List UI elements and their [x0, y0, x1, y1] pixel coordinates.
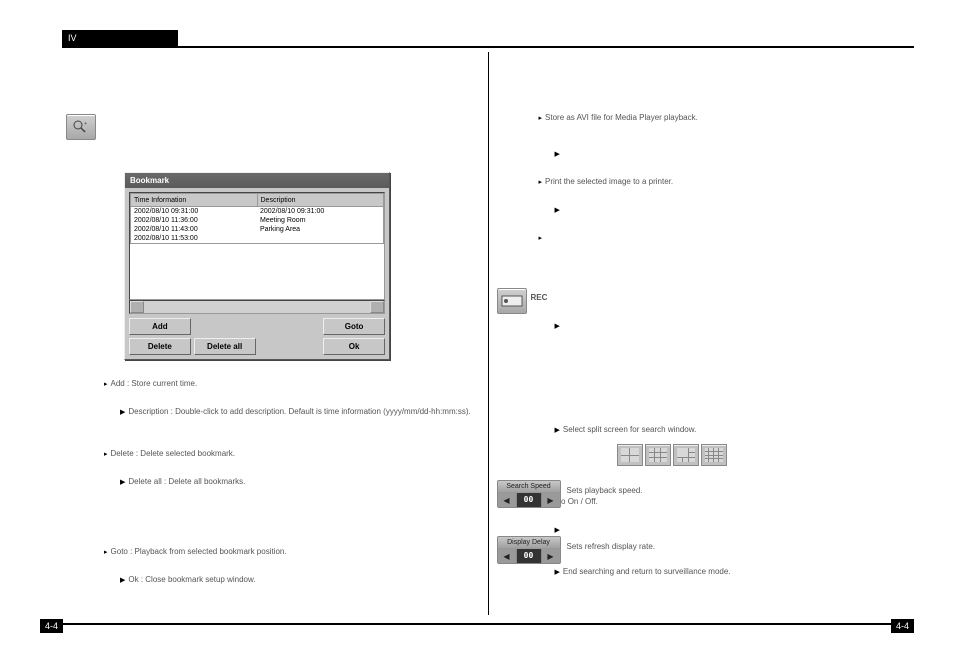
bullet-audio2: ▶	[555, 524, 563, 536]
cell-time: 2002/08/10 09:31:00	[131, 207, 258, 217]
bullet-ok: ▶Ok : Close bookmark setup window.	[120, 574, 256, 586]
cell-desc: 2002/08/10 09:31:00	[257, 207, 384, 217]
bullet-rec: ▶	[555, 320, 563, 332]
bullet-desc: ▶Description : Double-click to add descr…	[120, 406, 471, 418]
svg-text:+: +	[84, 121, 87, 127]
bullet-r2b: ▶	[555, 204, 563, 216]
cell-desc	[257, 234, 384, 244]
bullet-deleteall: ▶Delete all : Delete all bookmarks.	[120, 476, 245, 488]
display-delay-label: Display Delay	[498, 537, 560, 549]
search-speed-up-icon[interactable]: ▶	[541, 493, 560, 507]
footer-rule	[40, 623, 914, 625]
goto-button[interactable]: Goto	[323, 318, 385, 335]
table-row[interactable]: 2002/08/10 09:31:00 2002/08/10 09:31:00	[131, 207, 384, 217]
search-speed-down-icon[interactable]: ◀	[498, 493, 517, 507]
display-delay-caption: Sets refresh display rate.	[567, 541, 655, 552]
header-rule	[62, 46, 914, 48]
search-speed-caption: Sets playback speed.	[567, 485, 643, 496]
cell-desc: Meeting Room	[257, 216, 384, 225]
rec-label: REC	[531, 292, 548, 303]
zoom-icon: + -	[66, 114, 96, 140]
split-4x4-icon[interactable]	[701, 444, 727, 466]
page-number-right: 4-4	[891, 619, 914, 633]
scroll-left-icon[interactable]	[130, 301, 144, 313]
split-2x2-icon[interactable]	[617, 444, 643, 466]
bullet-r1b: ▶	[555, 148, 563, 160]
split-3x3-icon[interactable]	[645, 444, 671, 466]
display-delay-control: Display Delay ◀ 00 ▶	[497, 536, 561, 564]
display-delay-up-icon[interactable]: ▶	[541, 549, 560, 563]
bullet-delete: ▸Delete : Delete selected bookmark.	[104, 448, 235, 460]
dialog-hscrollbar[interactable]	[129, 300, 385, 314]
display-delay-value: 00	[517, 549, 541, 563]
bullet-r1a: ▸Store as AVI file for Media Player play…	[539, 112, 698, 124]
table-row[interactable]: 2002/08/10 11:53:00	[131, 234, 384, 244]
bookmark-table: Time Information Description 2002/08/10 …	[130, 193, 384, 244]
section-header: IV	[62, 30, 178, 46]
search-speed-control: Search Speed ◀ 00 ▶	[497, 480, 561, 508]
split-screen-group	[617, 444, 727, 466]
page-number-left: 4-4	[40, 619, 63, 633]
cell-time: 2002/08/10 11:53:00	[131, 234, 258, 244]
cell-time: 2002/08/10 11:43:00	[131, 225, 258, 234]
delete-button[interactable]: Delete	[129, 338, 191, 355]
bullet-add: ▸Add : Store current time.	[104, 378, 197, 390]
delete-all-button[interactable]: Delete all	[194, 338, 256, 355]
column-divider	[488, 52, 489, 615]
cell-time: 2002/08/10 11:36:00	[131, 216, 258, 225]
rec-icon	[497, 288, 527, 314]
add-button[interactable]: Add	[129, 318, 191, 335]
scroll-right-icon[interactable]	[370, 301, 384, 313]
bullet-goto: ▸Goto : Playback from selected bookmark …	[104, 546, 287, 558]
bookmark-table-wrap: Time Information Description 2002/08/10 …	[129, 192, 385, 300]
split-mixed-icon[interactable]	[673, 444, 699, 466]
svg-text:-: -	[84, 128, 86, 134]
search-speed-value: 00	[517, 493, 541, 507]
ok-button[interactable]: Ok	[323, 338, 385, 355]
dialog-title: Bookmark	[125, 173, 389, 188]
bullet-exit: ▶End searching and return to surveillanc…	[555, 566, 731, 578]
col-time[interactable]: Time Information	[131, 194, 258, 207]
right-column: REC ▸Store as AVI file for Media Player …	[497, 52, 915, 615]
table-row[interactable]: 2002/08/10 11:43:00 Parking Area	[131, 225, 384, 234]
bullet-r2a: ▸Print the selected image to a printer.	[539, 176, 674, 188]
left-column: + - Bookmark Time Information Descriptio…	[62, 52, 480, 615]
col-desc[interactable]: Description	[257, 194, 384, 207]
display-delay-down-icon[interactable]: ◀	[498, 549, 517, 563]
bookmark-dialog: Bookmark Time Information Description	[124, 172, 390, 360]
cell-desc: Parking Area	[257, 225, 384, 234]
bullet-r3a: ▸	[539, 232, 546, 244]
search-speed-label: Search Speed	[498, 481, 560, 493]
bullet-split: ▶Select split screen for search window.	[555, 424, 697, 436]
table-row[interactable]: 2002/08/10 11:36:00 Meeting Room	[131, 216, 384, 225]
